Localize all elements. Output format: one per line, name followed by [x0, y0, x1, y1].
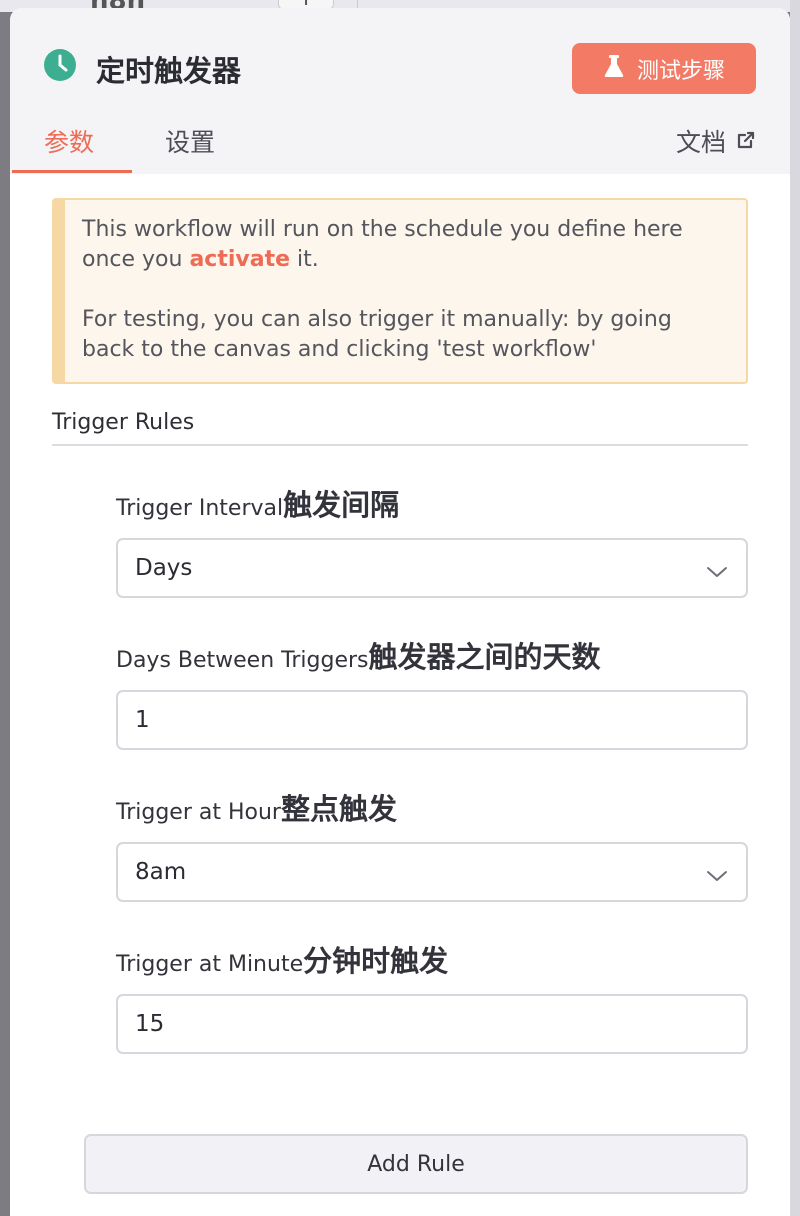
node-settings-panel: 定时触发器 测试步骤 参数 设置 文档 This workflow will r…	[10, 8, 790, 1216]
trigger-hour-label: Trigger at Hour整点触发	[116, 792, 397, 826]
notice-text-activate: This workflow will run on the schedule y…	[82, 217, 683, 272]
flask-icon	[603, 54, 625, 84]
section-divider	[52, 444, 748, 446]
schedule-notice: This workflow will run on the schedule y…	[52, 198, 748, 384]
trigger-minute-label: Trigger at Minute分钟时触发	[116, 944, 449, 978]
panel-tabs: 参数 设置 文档	[10, 120, 790, 174]
trigger-minute-value: 15	[135, 1011, 165, 1037]
chevron-down-icon	[706, 863, 728, 889]
external-link-icon	[736, 127, 756, 156]
panel-header: 定时触发器 测试步骤 参数 设置 文档	[10, 8, 790, 174]
activate-link[interactable]: activate	[189, 247, 290, 272]
days-between-value: 1	[135, 707, 150, 733]
tab-settings[interactable]: 设置	[165, 123, 215, 159]
active-tab-indicator	[12, 170, 132, 173]
notice-text-testing: For testing, you can also trigger it man…	[82, 307, 672, 362]
test-step-button[interactable]: 测试步骤	[572, 43, 756, 94]
test-step-label: 测试步骤	[636, 57, 725, 83]
chevron-down-icon	[706, 559, 728, 585]
background-right-edge	[790, 0, 800, 1216]
trigger-interval-select[interactable]: Days	[116, 538, 748, 598]
clock-icon	[44, 49, 76, 81]
tab-parameters[interactable]: 参数	[44, 123, 94, 159]
docs-link[interactable]: 文档	[676, 123, 756, 159]
add-rule-button[interactable]: Add Rule	[84, 1134, 748, 1194]
trigger-minute-input[interactable]: 15	[116, 994, 748, 1054]
trigger-interval-label: Trigger Interval触发间隔	[116, 488, 400, 522]
trigger-rules-heading: Trigger Rules	[52, 410, 195, 435]
days-between-label: Days Between Triggers触发器之间的天数	[116, 640, 601, 674]
trigger-hour-select[interactable]: 8am	[116, 842, 748, 902]
trigger-interval-value: Days	[135, 555, 193, 581]
panel-title: 定时触发器	[96, 54, 242, 88]
trigger-hour-value: 8am	[135, 859, 187, 885]
docs-link-label: 文档	[675, 128, 726, 157]
days-between-input[interactable]: 1	[116, 690, 748, 750]
